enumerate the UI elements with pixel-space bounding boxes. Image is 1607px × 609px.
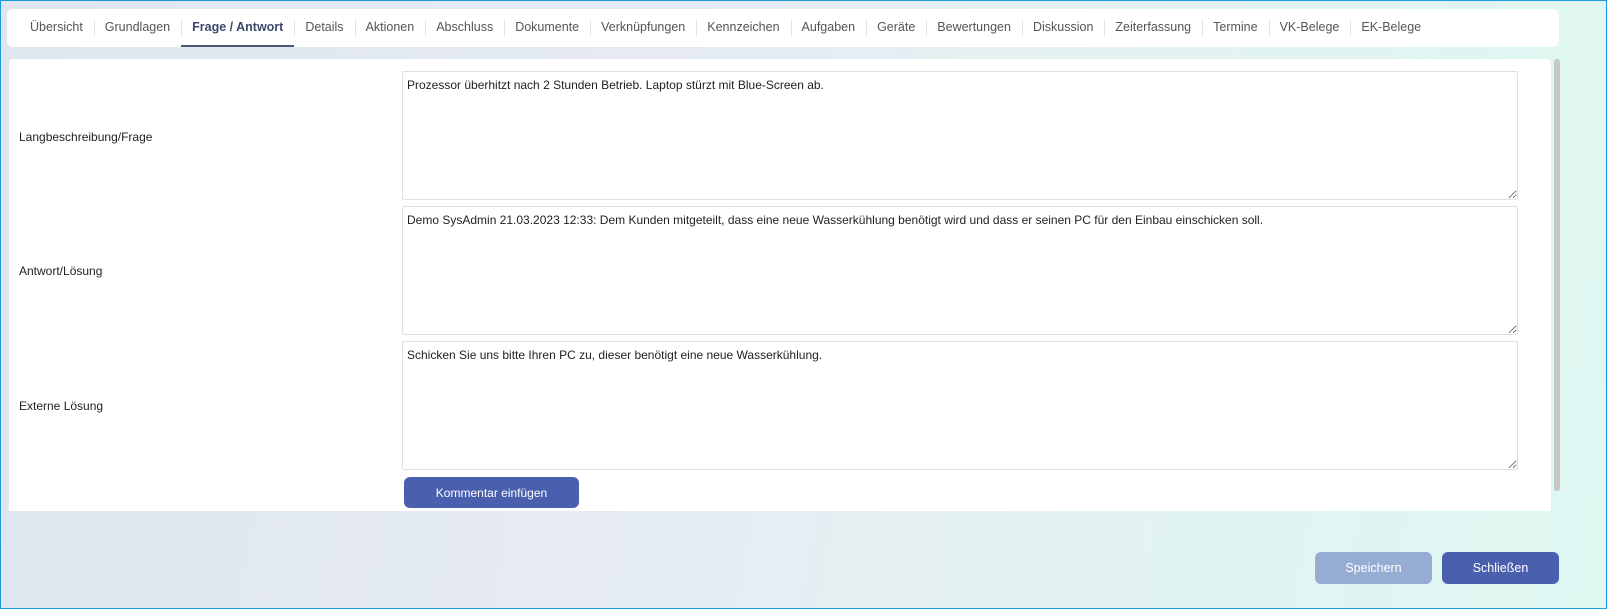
save-button[interactable]: Speichern: [1315, 552, 1432, 584]
form-panel: Langbeschreibung/Frage Prozessor überhit…: [9, 59, 1551, 511]
field-label: Langbeschreibung/Frage: [19, 130, 153, 144]
tab-diskussion[interactable]: Diskussion: [1021, 9, 1104, 47]
tab-abschluss[interactable]: Abschluss: [425, 9, 504, 47]
tab-grundlagen[interactable]: Grundlagen: [93, 9, 181, 47]
tab-bewertungen[interactable]: Bewertungen: [926, 9, 1022, 47]
scrollbar[interactable]: [1554, 59, 1560, 491]
tab-aufgaben[interactable]: Aufgaben: [790, 9, 867, 47]
field-label: Antwort/Lösung: [19, 264, 103, 278]
close-button[interactable]: Schließen: [1442, 552, 1559, 584]
kommentar-einfuegen-button[interactable]: Kommentar einfügen: [404, 477, 579, 508]
tab-frage-antwort[interactable]: Frage / Antwort: [181, 9, 295, 47]
tab-termine[interactable]: Termine: [1202, 9, 1268, 47]
externe-loesung-textarea[interactable]: Schicken Sie uns bitte Ihren PC zu, dies…: [402, 341, 1518, 470]
tab-verknüpfungen[interactable]: Verknüpfungen: [590, 9, 696, 47]
tab-vk-belege[interactable]: VK-Belege: [1268, 9, 1351, 47]
tab-dokumente[interactable]: Dokumente: [504, 9, 590, 47]
tab-ek-belege[interactable]: EK-Belege: [1350, 9, 1432, 47]
tab-kennzeichen[interactable]: Kennzeichen: [696, 9, 790, 47]
tab-zeiterfassung[interactable]: Zeiterfassung: [1104, 9, 1202, 47]
langbeschreibung-textarea[interactable]: Prozessor überhitzt nach 2 Stunden Betri…: [402, 71, 1518, 200]
field-label: Externe Lösung: [19, 399, 104, 413]
antwort-textarea[interactable]: Demo SysAdmin 21.03.2023 12:33: Dem Kund…: [402, 206, 1518, 335]
tab-bar: Übersicht Grundlagen Frage / Antwort Detail…: [7, 9, 1559, 47]
tab-geräte[interactable]: Geräte: [866, 9, 926, 47]
tab-übersicht[interactable]: Übersicht: [19, 9, 94, 47]
tab-details[interactable]: Details: [294, 9, 354, 47]
tab-aktionen[interactable]: Aktionen: [354, 9, 426, 47]
